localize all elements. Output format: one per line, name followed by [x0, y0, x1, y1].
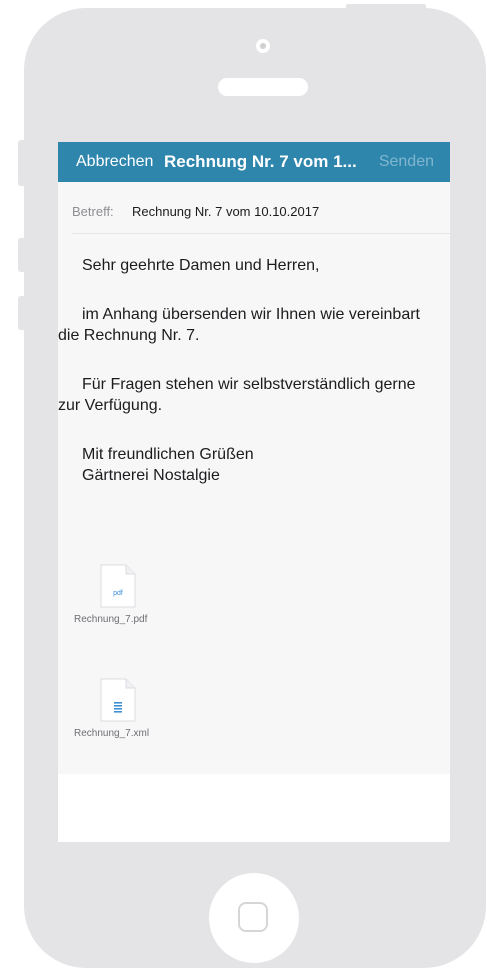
- attachment-file-name: Rechnung_7.xml: [74, 728, 150, 739]
- home-button[interactable]: [209, 873, 299, 963]
- body-paragraph-2: Für Fragen stehen wir selbstverständlich…: [58, 376, 416, 414]
- home-square-icon: [238, 902, 268, 932]
- subject-label: Betreff:: [72, 204, 114, 219]
- closing-line: Mit freundlichen Grüßen: [82, 446, 254, 463]
- body-paragraph-1: im Anhang übersenden wir Ihnen wie verei…: [58, 306, 420, 344]
- attachment-file-name: Rechnung_7.pdf: [74, 614, 148, 625]
- pdf-icon-label: pdf: [113, 590, 123, 597]
- navigation-bar: Abbrechen Rechnung Nr. 7 vom 1... Senden: [58, 142, 450, 182]
- cancel-button[interactable]: Abbrechen: [76, 153, 153, 171]
- document-file-icon: [100, 678, 136, 722]
- earpiece-speaker: [218, 78, 308, 96]
- pdf-file-icon: pdf: [100, 564, 136, 608]
- front-camera: [256, 39, 270, 53]
- nav-title: Rechnung Nr. 7 vom 1...: [164, 152, 357, 171]
- greeting: Sehr geehrte Damen und Herren,: [82, 257, 320, 274]
- subject-field[interactable]: Betreff: Rechnung Nr. 7 vom 10.10.2017: [72, 182, 450, 234]
- phone-screen: Abbrechen Rechnung Nr. 7 vom 1... Senden…: [58, 142, 450, 842]
- attachment-pdf[interactable]: pdf Rechnung_7.pdf: [58, 564, 188, 644]
- send-button[interactable]: Senden: [379, 153, 434, 171]
- signature: Gärtnerei Nostalgie: [82, 467, 220, 484]
- subject-value[interactable]: Rechnung Nr. 7 vom 10.10.2017: [132, 204, 319, 219]
- attachment-xml[interactable]: Rechnung_7.xml: [58, 678, 188, 758]
- mail-compose-area: Betreff: Rechnung Nr. 7 vom 10.10.2017 S…: [58, 182, 450, 774]
